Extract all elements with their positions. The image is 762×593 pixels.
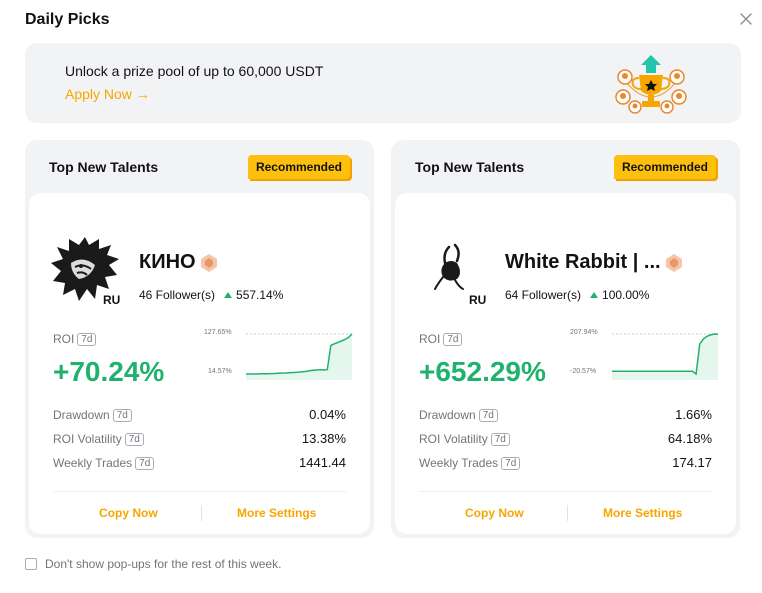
roi-label: ROI 7d bbox=[419, 332, 463, 346]
chart-min-label: 14.57% bbox=[208, 368, 232, 375]
followers-text: 46 Follower(s) bbox=[139, 288, 216, 302]
trader-panel: RU White Rabbit | ... 64 Follower(s) 100.… bbox=[395, 193, 736, 534]
recommended-badge: Recommended bbox=[613, 155, 716, 179]
trophy-icon bbox=[615, 55, 687, 114]
trader-card-white-rabbit: Top New Talents Recommended RU White Rab… bbox=[391, 140, 740, 538]
period-tag: 7d bbox=[443, 333, 463, 346]
apply-now-link[interactable]: Apply Now → bbox=[65, 86, 150, 102]
stat-weekly-trades: Weekly Trades 7d 1441.44 bbox=[53, 455, 346, 470]
stat-drawdown: Drawdown 7d 1.66% bbox=[419, 407, 712, 422]
copy-now-button[interactable]: Copy Now bbox=[465, 506, 524, 520]
roi-value: +652.29% bbox=[419, 356, 546, 387]
stat-label: ROI Volatility bbox=[53, 432, 122, 446]
region-label: RU bbox=[103, 293, 121, 307]
divider bbox=[53, 491, 346, 492]
chart-max-label: 207.94% bbox=[570, 329, 598, 336]
trader-name[interactable]: White Rabbit | ... bbox=[505, 251, 684, 274]
banner-text: Unlock a prize pool of up to 60,000 USDT bbox=[65, 63, 324, 79]
stat-roi-volatility: ROI Volatility 7d 13.38% bbox=[53, 431, 346, 446]
dialog-title: Daily Picks bbox=[25, 11, 110, 28]
stat-value: 64.18% bbox=[667, 431, 712, 446]
follower-change: 557.14% bbox=[236, 288, 284, 302]
period-tag: 7d bbox=[124, 433, 144, 446]
period-tag: 7d bbox=[490, 433, 510, 446]
stat-roi-volatility: ROI Volatility 7d 64.18% bbox=[419, 431, 712, 446]
period-tag: 7d bbox=[112, 409, 132, 422]
followers-count: 46 Follower(s) 557.14% bbox=[139, 288, 283, 302]
more-settings-button[interactable]: More Settings bbox=[603, 506, 682, 520]
stat-label: Drawdown bbox=[53, 408, 110, 422]
chart-max-label: 127.65% bbox=[204, 329, 232, 336]
dont-show-checkbox[interactable] bbox=[25, 558, 37, 570]
trader-panel: RU КИНО 46 Follower(s) 557.14% ROI 7d +70.… bbox=[29, 193, 370, 534]
period-tag: 7d bbox=[501, 457, 521, 470]
button-separator bbox=[201, 505, 202, 521]
promo-banner: Unlock a prize pool of up to 60,000 USDT… bbox=[25, 43, 741, 123]
stat-value: 0.04% bbox=[309, 407, 346, 422]
button-separator bbox=[567, 505, 568, 521]
level-badge-icon bbox=[665, 253, 682, 272]
stat-value: 174.17 bbox=[672, 455, 712, 470]
stat-weekly-trades: Weekly Trades 7d 174.17 bbox=[419, 455, 712, 470]
roi-label-text: ROI bbox=[53, 332, 75, 346]
stat-label: Drawdown bbox=[419, 408, 476, 422]
region-label: RU bbox=[469, 293, 487, 307]
sparkline-svg bbox=[246, 333, 353, 380]
chart-min-label: -20.57% bbox=[570, 368, 597, 375]
sparkline-svg bbox=[612, 333, 719, 380]
stat-drawdown: Drawdown 7d 0.04% bbox=[53, 407, 346, 422]
trader-name[interactable]: КИНО bbox=[139, 251, 219, 274]
divider bbox=[419, 491, 712, 492]
level-badge-icon bbox=[200, 253, 217, 272]
roi-label-text: ROI bbox=[419, 332, 441, 346]
roi-sparkline: 207.94% -20.57% bbox=[570, 329, 722, 384]
stat-label: ROI Volatility bbox=[419, 432, 488, 446]
card-header: Top New Talents bbox=[415, 159, 525, 175]
roi-sparkline: 127.65% 14.57% bbox=[204, 329, 356, 384]
followers-text: 64 Follower(s) bbox=[505, 288, 582, 302]
recommended-badge: Recommended bbox=[247, 155, 350, 179]
stat-value: 13.38% bbox=[301, 431, 346, 446]
followers-count: 64 Follower(s) 100.00% bbox=[505, 288, 649, 302]
period-tag: 7d bbox=[135, 457, 155, 470]
trader-card-kino: Top New Talents Recommended RU КИНО 46 F… bbox=[25, 140, 374, 538]
trader-name-text: White Rabbit | ... bbox=[505, 251, 661, 273]
trader-name-text: КИНО bbox=[139, 251, 196, 273]
stat-label: Weekly Trades bbox=[419, 456, 499, 470]
stat-value: 1441.44 bbox=[299, 455, 346, 470]
up-arrow-icon bbox=[224, 292, 233, 299]
period-tag: 7d bbox=[478, 409, 498, 422]
period-tag: 7d bbox=[77, 333, 97, 346]
follower-change: 100.00% bbox=[602, 288, 650, 302]
dont-show-label: Don't show pop-ups for the rest of this … bbox=[45, 557, 282, 571]
card-header: Top New Talents bbox=[49, 159, 159, 175]
roi-value: +70.24% bbox=[53, 356, 165, 387]
up-arrow-icon bbox=[590, 292, 599, 299]
dont-show-option[interactable]: Don't show pop-ups for the rest of this … bbox=[25, 557, 281, 571]
copy-now-button[interactable]: Copy Now bbox=[99, 506, 158, 520]
more-settings-button[interactable]: More Settings bbox=[237, 506, 316, 520]
stat-label: Weekly Trades bbox=[53, 456, 133, 470]
stat-value: 1.66% bbox=[675, 407, 712, 422]
roi-label: ROI 7d bbox=[53, 332, 97, 346]
close-icon[interactable] bbox=[738, 11, 754, 27]
